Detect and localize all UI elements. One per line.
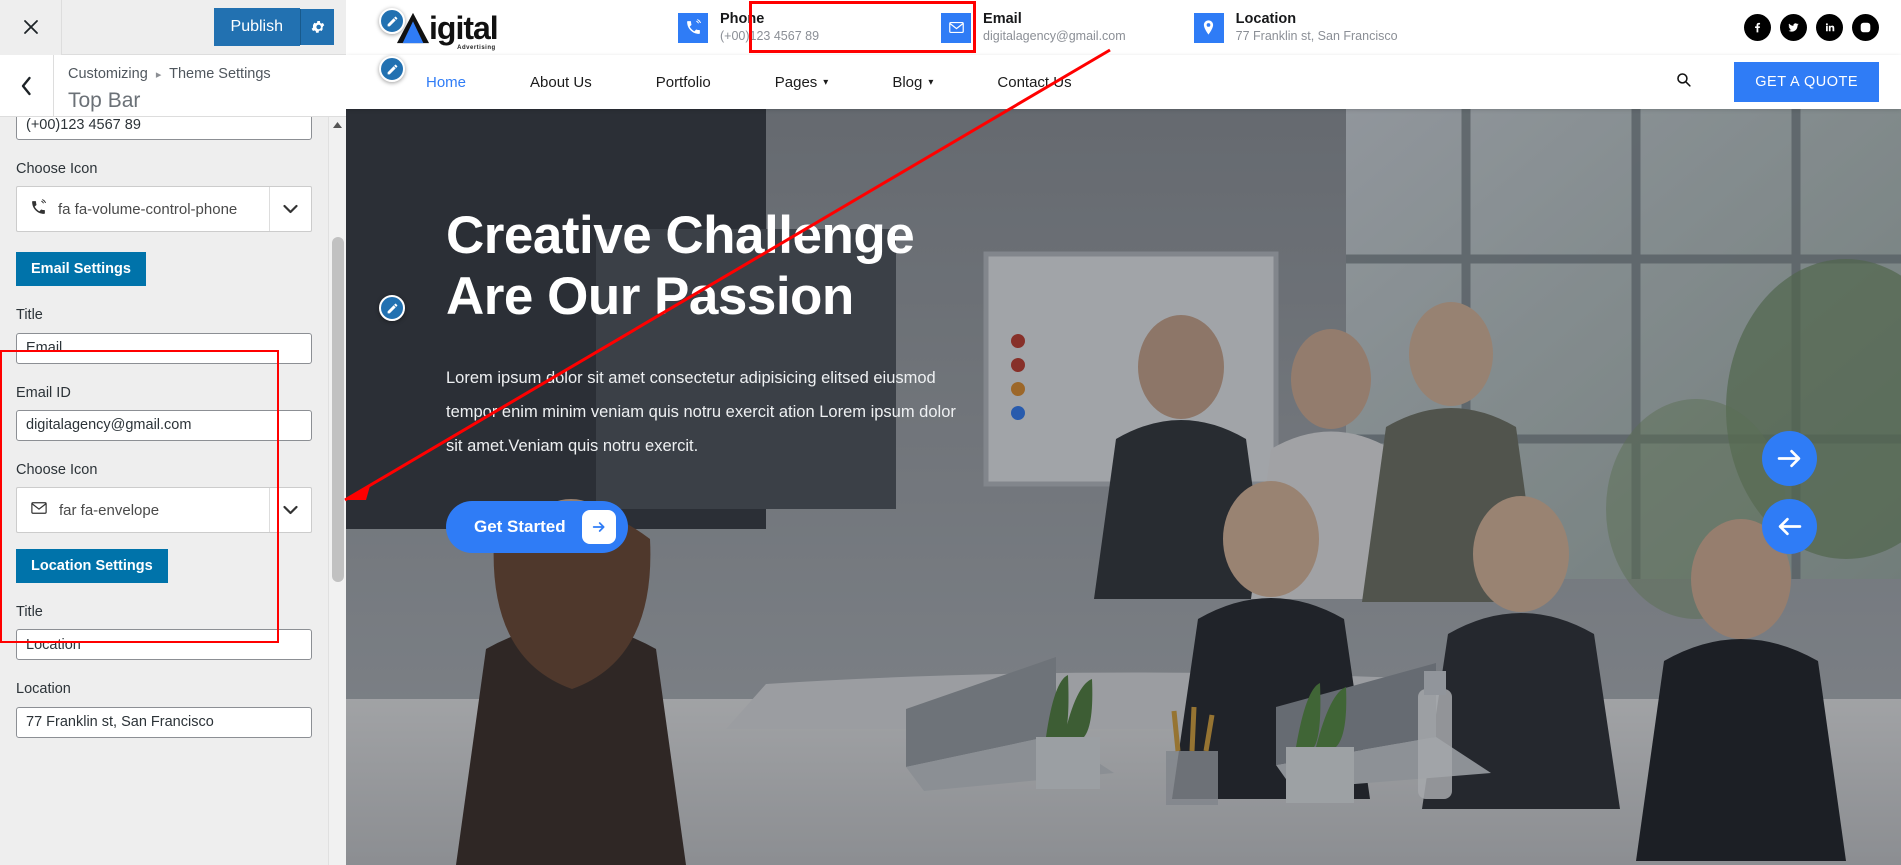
nav-label: About Us <box>530 73 592 91</box>
linkedin-icon[interactable] <box>1816 14 1843 41</box>
get-started-label: Get Started <box>474 517 566 537</box>
slider-next-button[interactable] <box>1762 431 1817 486</box>
envelope-icon <box>941 12 972 43</box>
twitter-icon[interactable] <box>1780 14 1807 41</box>
logo-word: igital <box>429 9 499 46</box>
phone-title: Phone <box>720 11 765 28</box>
site-top-bar: igital Advertising Phone (+00)123 4567 8… <box>346 0 1901 55</box>
nav-label: Blog <box>892 73 923 91</box>
location-title: Location <box>1235 11 1297 28</box>
nav-item-portfolio[interactable]: Portfolio <box>624 74 743 91</box>
arrow-right-icon <box>581 510 616 545</box>
chevron-down-icon[interactable] <box>269 187 311 232</box>
edit-shortcut-hero-icon[interactable] <box>379 295 405 321</box>
location-settings-section-button[interactable]: Location Settings <box>16 549 168 584</box>
slider-prev-button[interactable] <box>1762 499 1817 554</box>
location-address-input[interactable] <box>16 706 312 738</box>
customizer-controls-body[interactable]: Choose Icon fa fa-volume-control-phone E… <box>0 117 346 865</box>
get-started-button[interactable]: Get Started <box>446 501 628 554</box>
breadcrumb-root[interactable]: Customizing <box>68 66 148 82</box>
site-main-nav[interactable]: Home About Us Portfolio Pages ▾ Blog ▾ Con… <box>346 55 1901 109</box>
search-icon[interactable] <box>1675 71 1692 93</box>
customizer-section-header: Customizing ▸ Theme Settings Top Bar <box>0 55 346 117</box>
email-id-input[interactable] <box>16 409 312 441</box>
breadcrumb: Customizing ▸ Theme Settings <box>68 64 271 86</box>
phone-volume-icon <box>678 12 708 43</box>
nav-label: Home <box>426 73 467 91</box>
location-title-label: Title <box>16 604 43 621</box>
email-title-input[interactable] <box>16 332 312 364</box>
phone-value: (+00)123 4567 89 <box>720 29 820 44</box>
chevron-left-icon[interactable] <box>0 55 54 116</box>
customizer-panel[interactable]: Publish Customizing ▸ Theme Settings Top… <box>0 0 346 865</box>
nav-item-contact-us[interactable]: Contact Us <box>965 74 1103 91</box>
topbar-phone-block[interactable]: Phone (+00)123 4567 89 <box>678 10 819 44</box>
phone-icon-value: fa fa-volume-control-phone <box>58 200 238 218</box>
get-a-quote-button[interactable]: GET A QUOTE <box>1734 62 1879 102</box>
phone-choose-icon-label: Choose Icon <box>16 161 98 177</box>
publish-button[interactable]: Publish <box>213 8 300 46</box>
nav-item-home[interactable]: Home <box>394 74 498 91</box>
customizer-scrollbar[interactable] <box>328 117 346 865</box>
breadcrumb-parent[interactable]: Theme Settings <box>169 66 271 82</box>
email-choose-icon-label: Choose Icon <box>16 461 98 478</box>
email-icon-value: far fa-envelope <box>59 501 160 519</box>
email-settings-section-button[interactable]: Email Settings <box>16 252 146 287</box>
email-title: Email <box>983 11 1022 28</box>
map-marker-icon <box>1193 12 1224 43</box>
close-icon[interactable] <box>0 0 62 55</box>
nav-right-group[interactable]: GET A QUOTE <box>1675 62 1879 102</box>
scrollbar-thumb[interactable] <box>332 237 344 582</box>
location-address-label: Location <box>16 681 71 698</box>
nav-label: Pages <box>774 73 818 91</box>
topbar-location-block[interactable]: Location 77 Franklin st, San Francisco <box>1193 10 1398 44</box>
logo-tagline: Advertising <box>457 44 496 51</box>
customizer-preview-frame[interactable]: igital Advertising Phone (+00)123 4567 8… <box>346 0 1901 865</box>
phone-icon-select[interactable]: fa fa-volume-control-phone <box>16 186 312 233</box>
email-icon-select[interactable]: far fa-envelope <box>16 487 312 534</box>
instagram-icon[interactable] <box>1852 14 1879 41</box>
hero-slider-controls[interactable] <box>1762 431 1817 567</box>
nav-item-blog[interactable]: Blog ▾ <box>860 74 965 91</box>
email-value: digitalagency@gmail.com <box>983 29 1126 44</box>
hero-heading-line1: Creative Challenge <box>446 206 915 265</box>
hero-content: Creative Challenge Are Our Passion Lorem… <box>446 205 1006 554</box>
nav-label: Portfolio <box>655 73 711 91</box>
edit-shortcut-nav-icon[interactable] <box>379 56 405 82</box>
page-title: Top Bar <box>68 88 141 112</box>
customizer-scroll-area[interactable]: Choose Icon fa fa-volume-control-phone E… <box>0 117 328 865</box>
facebook-icon[interactable] <box>1744 14 1771 41</box>
location-title-input[interactable] <box>16 629 312 661</box>
location-value: 77 Franklin st, San Francisco <box>1235 29 1398 44</box>
chevron-down-icon[interactable] <box>269 488 311 533</box>
publish-group[interactable]: Publish <box>213 8 346 46</box>
site-logo[interactable]: igital Advertising <box>394 9 594 51</box>
email-title-label: Title <box>16 307 43 324</box>
scroll-up-arrow-icon[interactable] <box>329 117 346 134</box>
topbar-email-block[interactable]: Email digitalagency@gmail.com <box>941 10 1126 44</box>
hero-paragraph: Lorem ipsum dolor sit amet consectetur a… <box>446 368 956 455</box>
hero-heading-line2: Are Our Passion <box>446 267 854 327</box>
chevron-down-icon: ▾ <box>928 76 934 88</box>
phone-volume-icon <box>30 199 47 220</box>
nav-links[interactable]: Home About Us Portfolio Pages ▾ Blog ▾ Con… <box>394 74 1104 91</box>
nav-item-about-us[interactable]: About Us <box>498 74 624 91</box>
nav-label: Contact Us <box>997 73 1072 91</box>
gear-icon[interactable] <box>300 9 334 45</box>
phone-number-field[interactable] <box>16 117 312 140</box>
nav-item-pages[interactable]: Pages ▾ <box>743 74 861 91</box>
hero-slider[interactable]: Creative Challenge Are Our Passion Lorem… <box>346 109 1901 865</box>
breadcrumb-separator-icon: ▸ <box>155 69 162 81</box>
envelope-icon <box>30 499 48 521</box>
social-links[interactable] <box>1744 14 1879 41</box>
email-id-label: Email ID <box>16 384 71 401</box>
chevron-down-icon: ▾ <box>823 76 829 88</box>
hero-heading: Creative Challenge Are Our Passion <box>446 205 1006 328</box>
phone-number-input[interactable] <box>16 117 312 140</box>
logo-text: igital Advertising <box>429 9 499 51</box>
customizer-topbar: Publish <box>0 0 346 55</box>
edit-shortcut-logo-icon[interactable] <box>379 8 405 34</box>
